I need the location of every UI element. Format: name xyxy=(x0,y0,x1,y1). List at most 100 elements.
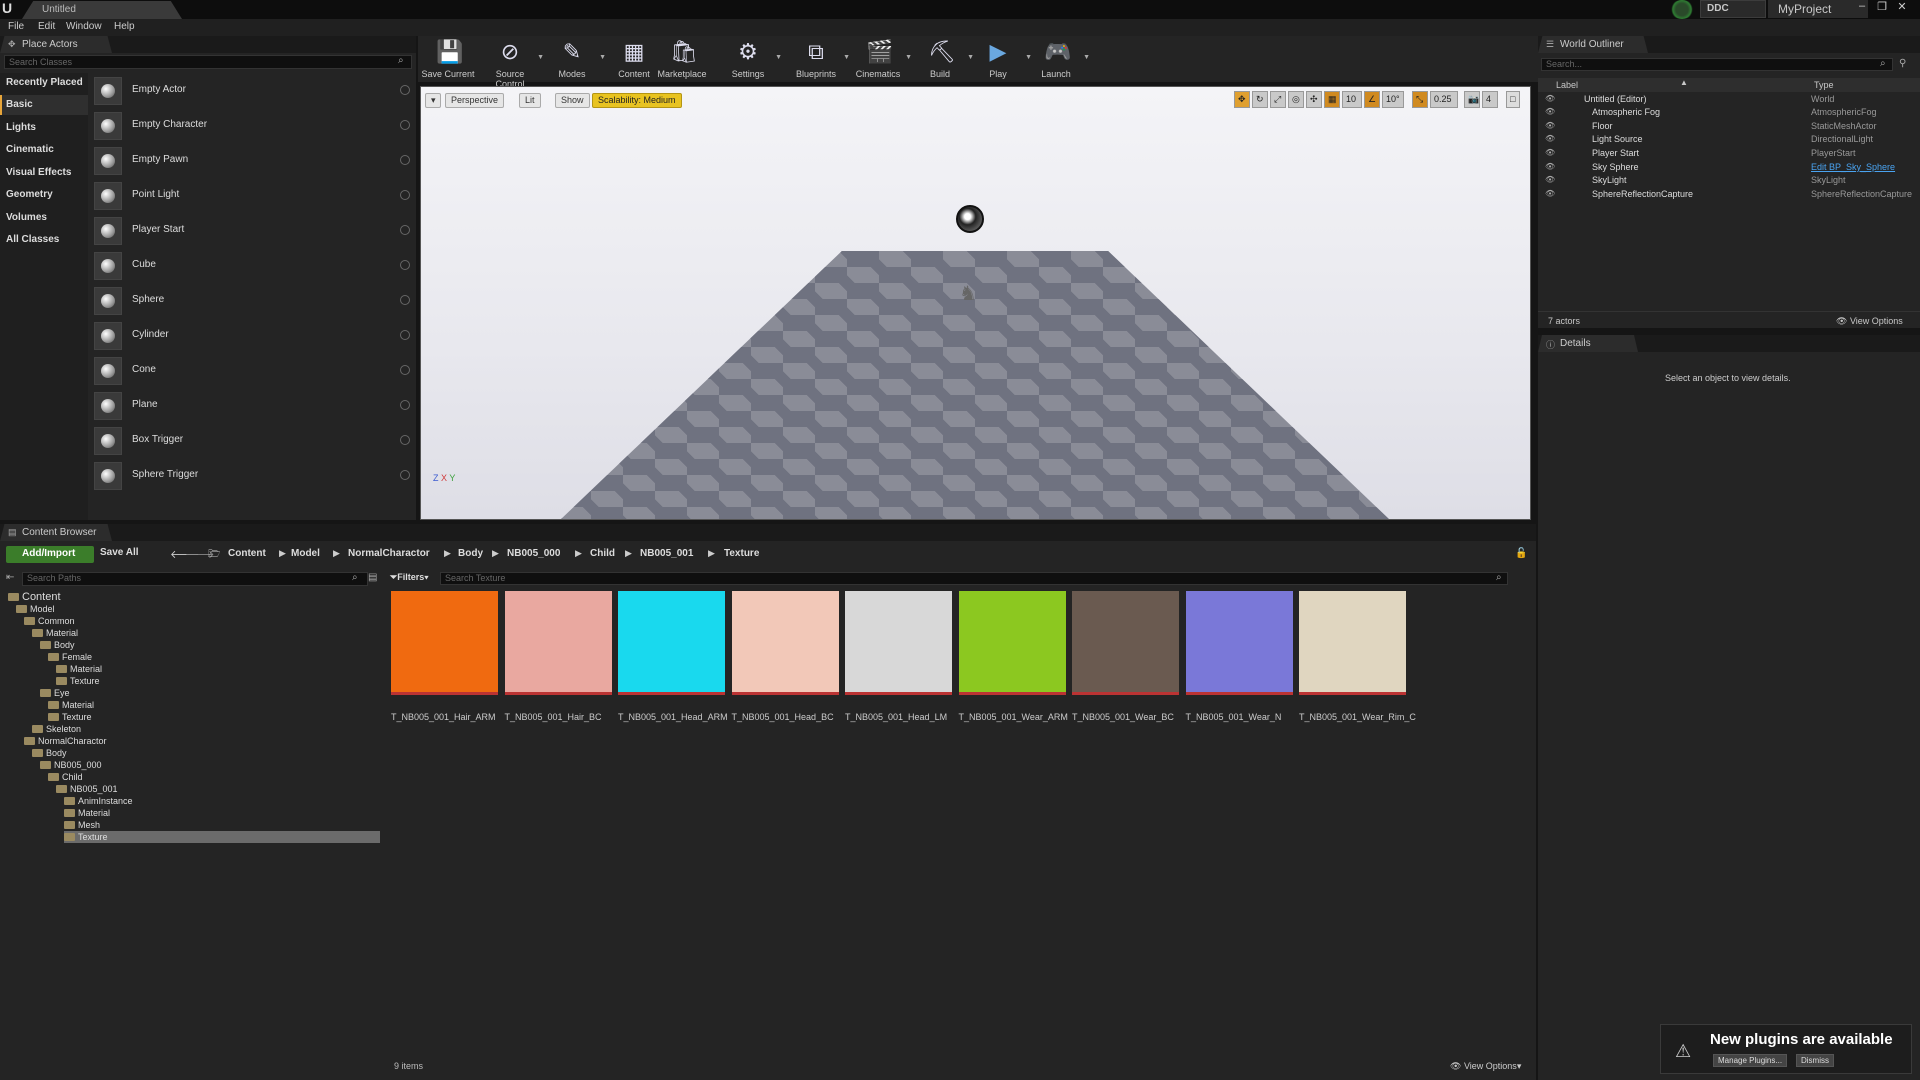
place-actors-tab[interactable]: ✥ Place Actors xyxy=(0,36,112,53)
actor-item-cylinder[interactable]: Cylinder xyxy=(94,319,412,353)
eye-icon[interactable]: 👁 xyxy=(1545,175,1555,184)
camera-speed-icon[interactable]: 📷 xyxy=(1464,91,1480,108)
tree-folder[interactable]: Skeleton xyxy=(32,723,81,735)
info-icon[interactable] xyxy=(400,470,410,480)
dropdown-arrow-icon[interactable]: ▼ xyxy=(775,54,782,61)
camera-speed-value[interactable]: 4 xyxy=(1482,91,1498,108)
actor-item-empty-pawn[interactable]: Empty Pawn xyxy=(94,144,412,178)
tree-folder[interactable]: Body xyxy=(40,639,75,651)
dismiss-button[interactable]: Dismiss xyxy=(1796,1054,1834,1067)
search-paths-input[interactable]: Search Paths xyxy=(22,572,368,586)
breadcrumb-normalcharactor[interactable]: NormalCharactor xyxy=(348,548,430,559)
cinematics-button[interactable]: 🎬 Cinematics ▼ xyxy=(848,36,912,82)
tree-folder[interactable]: Body xyxy=(32,747,67,759)
details-tab[interactable]: ⓘ Details xyxy=(1538,335,1638,352)
scalability-warning[interactable]: Scalability: Medium xyxy=(592,93,682,108)
source-control-button[interactable]: ⊘ Source Control ▼ xyxy=(480,36,544,90)
asset-tile[interactable]: T_NB005_001_Hair_BC xyxy=(504,591,612,722)
category-lights[interactable]: Lights xyxy=(0,118,88,138)
outliner-row-light-source[interactable]: 👁 Light Source DirectionalLight xyxy=(1538,133,1920,146)
actor-item-box-trigger[interactable]: Box Trigger xyxy=(94,424,412,458)
translate-tool-icon[interactable]: ✥ xyxy=(1234,91,1250,108)
edit-blueprint-link[interactable]: Edit BP_Sky_Sphere xyxy=(1811,162,1895,172)
level-viewport[interactable]: ▾ Perspective Lit Show Scalability: Medi… xyxy=(420,86,1531,520)
tree-folder[interactable]: Material xyxy=(48,699,94,711)
tree-folder[interactable]: NormalCharactor xyxy=(24,735,107,747)
collapse-sources-icon[interactable]: ⇤ xyxy=(6,572,14,583)
tree-folder[interactable]: Material xyxy=(64,807,110,819)
outliner-row-sphere-reflection[interactable]: 👁 SphereReflectionCapture SphereReflection… xyxy=(1538,188,1920,201)
outliner-row-world[interactable]: 👁 Untitled (Editor) World xyxy=(1538,93,1920,106)
scale-snap-icon[interactable]: ⤡ xyxy=(1412,91,1428,108)
asset-tile[interactable]: T_NB005_001_Hair_ARM xyxy=(391,591,498,722)
settings-button[interactable]: ⚙ Settings ▼ xyxy=(718,36,782,82)
outliner-row-sky-sphere[interactable]: 👁 Sky Sphere Edit BP_Sky_Sphere xyxy=(1538,161,1920,174)
actor-item-cube[interactable]: Cube xyxy=(94,249,412,283)
asset-tile[interactable]: T_NB005_001_Head_BC xyxy=(731,591,839,722)
world-local-icon[interactable]: ◎ xyxy=(1288,91,1304,108)
tree-folder[interactable]: Mesh xyxy=(64,819,100,831)
dropdown-arrow-icon[interactable]: ▼ xyxy=(1083,54,1090,61)
label-column-header[interactable]: Label xyxy=(1556,80,1578,90)
play-button[interactable]: ▶ Play ▼ xyxy=(968,36,1032,82)
category-basic[interactable]: Basic xyxy=(0,95,88,115)
menu-file[interactable]: File xyxy=(8,21,24,32)
tree-folder[interactable]: NB005_001 xyxy=(56,783,118,795)
maximize-button[interactable]: ❐ xyxy=(1872,0,1892,14)
eye-icon[interactable]: 👁 xyxy=(1545,107,1555,116)
asset-tile[interactable]: T_NB005_001_Wear_BC xyxy=(1072,591,1179,722)
minimize-button[interactable]: – xyxy=(1852,0,1872,14)
grid-snap-icon[interactable]: ▦ xyxy=(1324,91,1340,108)
show-button[interactable]: Show xyxy=(555,93,590,108)
close-button[interactable]: ✕ xyxy=(1892,0,1912,14)
search-texture-input[interactable]: Search Texture xyxy=(440,572,1508,585)
manage-plugins-button[interactable]: Manage Plugins... xyxy=(1713,1054,1788,1067)
info-icon[interactable] xyxy=(400,260,410,270)
asset-tile[interactable]: T_NB005_001_Wear_N xyxy=(1185,591,1293,722)
tree-folder[interactable]: Common xyxy=(24,615,75,627)
breadcrumb-texture[interactable]: Texture xyxy=(724,548,759,559)
breadcrumb-nb005-001[interactable]: NB005_001 xyxy=(640,548,693,559)
breadcrumb-body[interactable]: Body xyxy=(458,548,483,559)
category-volumes[interactable]: Volumes xyxy=(0,208,88,228)
search-classes-input[interactable]: Search Classes xyxy=(4,55,412,69)
actor-item-point-light[interactable]: Point Light xyxy=(94,179,412,213)
scale-tool-icon[interactable]: ⤢ xyxy=(1270,91,1286,108)
info-icon[interactable] xyxy=(400,120,410,130)
breadcrumb-model[interactable]: Model xyxy=(291,548,320,559)
rotate-tool-icon[interactable]: ↻ xyxy=(1252,91,1268,108)
category-recently-placed[interactable]: Recently Placed xyxy=(0,73,88,93)
eye-icon[interactable]: 👁 xyxy=(1545,189,1555,198)
actor-item-plane[interactable]: Plane xyxy=(94,389,412,423)
content-browser-view-options[interactable]: 👁 View Options▾ xyxy=(1450,1061,1521,1072)
eye-icon[interactable]: 👁 xyxy=(1545,162,1555,171)
info-icon[interactable] xyxy=(400,435,410,445)
tree-folder[interactable]: Content xyxy=(8,591,61,603)
info-icon[interactable] xyxy=(400,225,410,235)
add-import-button[interactable]: Add/Import xyxy=(6,546,94,563)
asset-tile[interactable]: T_NB005_001_Head_ARM xyxy=(618,591,728,722)
category-geometry[interactable]: Geometry xyxy=(0,185,88,205)
outliner-options-icon[interactable]: ⚲ xyxy=(1899,58,1906,69)
save-all-button[interactable]: Save All xyxy=(100,547,139,558)
sky-sphere-icon[interactable] xyxy=(956,205,984,233)
menu-edit[interactable]: Edit xyxy=(38,21,55,32)
world-outliner-tab[interactable]: ☰ World Outliner xyxy=(1538,36,1648,53)
actor-item-sphere[interactable]: Sphere xyxy=(94,284,412,318)
info-icon[interactable] xyxy=(400,365,410,375)
menu-window[interactable]: Window xyxy=(66,21,102,32)
actor-item-player-start[interactable]: Player Start xyxy=(94,214,412,248)
asset-tile[interactable]: T_NB005_001_Head_LM xyxy=(845,591,952,722)
tree-folder[interactable]: Material xyxy=(56,663,102,675)
tree-folder[interactable]: Child xyxy=(48,771,83,783)
tree-folder[interactable]: Material xyxy=(32,627,78,639)
content-browser-tab[interactable]: ▤ Content Browser xyxy=(0,524,112,541)
eye-icon[interactable]: 👁 xyxy=(1545,121,1555,130)
tree-folder[interactable]: Texture xyxy=(64,831,380,843)
launch-button[interactable]: 🎮 Launch ▼ xyxy=(1026,36,1090,82)
save-current-button[interactable]: 💾 Save Current xyxy=(418,36,478,82)
actor-item-empty-character[interactable]: Empty Character xyxy=(94,109,412,143)
tree-folder[interactable]: Female xyxy=(48,651,92,663)
tree-folder[interactable]: Eye xyxy=(40,687,70,699)
menu-help[interactable]: Help xyxy=(114,21,135,32)
